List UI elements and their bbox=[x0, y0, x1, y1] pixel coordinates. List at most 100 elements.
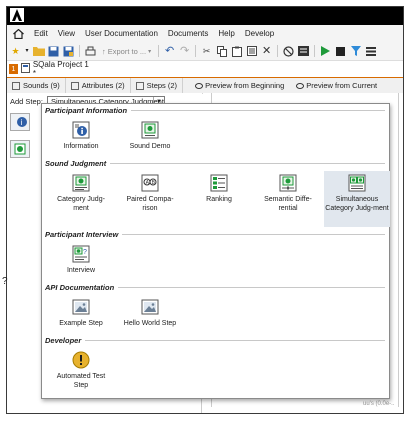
list-icon[interactable] bbox=[297, 45, 310, 58]
delete-icon[interactable]: ✕ bbox=[260, 45, 273, 58]
step-option-label: Paired Compa-rison bbox=[126, 196, 174, 212]
image-icon bbox=[141, 298, 159, 316]
project-file-icon bbox=[20, 63, 30, 75]
group-header-participant-information: Participant Information bbox=[45, 106, 385, 115]
paste-icon[interactable] bbox=[230, 45, 243, 58]
simultaneous-category-judgment-icon bbox=[348, 174, 366, 192]
undo-icon[interactable]: ↶ bbox=[163, 45, 176, 58]
menu-icon[interactable] bbox=[364, 45, 377, 58]
step-option-sound-demo[interactable]: Sound Demo bbox=[119, 118, 181, 152]
group-title: Sound Judgment bbox=[45, 159, 107, 168]
step-option-ranking[interactable]: Ranking bbox=[188, 171, 250, 205]
menu-documents[interactable]: Documents bbox=[163, 25, 213, 42]
step-option-interview[interactable]: ? Interview bbox=[50, 242, 112, 276]
chevron-down-icon[interactable]: ▾ bbox=[24, 45, 30, 58]
step-option-paired-comparison[interactable]: AB Paired Compa-rison bbox=[119, 171, 181, 213]
project-tab-title: SQala Project 1 * bbox=[32, 60, 89, 78]
group-title: Developer bbox=[45, 336, 82, 345]
copy-icon[interactable] bbox=[215, 45, 228, 58]
image-icon bbox=[72, 298, 90, 316]
cursor-glyph: ? bbox=[2, 276, 8, 287]
information-icon bbox=[72, 121, 90, 139]
document-tab-strip: 1 SQala Project 1 * bbox=[7, 60, 403, 79]
tab-sounds-label: Sounds (9) bbox=[23, 81, 60, 90]
home-icon[interactable] bbox=[7, 25, 29, 42]
title-bar bbox=[7, 7, 403, 25]
ranking-icon bbox=[210, 174, 228, 192]
stop-circle-icon[interactable] bbox=[282, 45, 295, 58]
add-step-label: Add Step: bbox=[10, 97, 43, 106]
folder-icon[interactable] bbox=[32, 45, 45, 58]
preview-from-beginning-button[interactable]: Preview from Beginning bbox=[189, 81, 290, 90]
toolbar-separator bbox=[195, 45, 197, 57]
tab-sounds[interactable]: Sounds (9) bbox=[7, 78, 66, 93]
step-option-information[interactable]: Information bbox=[50, 118, 112, 152]
export-to-label: Export to ... bbox=[107, 46, 147, 56]
menu-edit[interactable]: Edit bbox=[29, 25, 53, 42]
star-icon[interactable]: ★ bbox=[9, 45, 22, 58]
step-option-hello-world-step[interactable]: Hello World Step bbox=[119, 295, 181, 329]
filter-icon[interactable] bbox=[349, 45, 362, 58]
step-option-label: Automated Test Step bbox=[56, 373, 106, 389]
tab-pin-number: 1 bbox=[9, 64, 18, 74]
warning-icon bbox=[72, 351, 90, 369]
step-option-label: Information bbox=[63, 143, 99, 150]
step-option-category-judgment[interactable]: Category Judg-ment bbox=[50, 171, 112, 213]
svg-text:i: i bbox=[21, 118, 23, 127]
menu-help[interactable]: Help bbox=[213, 25, 239, 42]
group-title: Participant Information bbox=[45, 106, 128, 115]
menu-user-documentation[interactable]: User Documentation bbox=[80, 25, 163, 42]
attributes-icon bbox=[70, 81, 79, 90]
sounds-icon bbox=[12, 81, 20, 90]
step-option-label: Hello World Step bbox=[123, 320, 177, 327]
sub-tab-bar: Sounds (9) Attributes (2) Steps (2) Prev… bbox=[7, 78, 403, 94]
toolbar-separator bbox=[158, 45, 160, 57]
step-option-label: Category Judg-ment bbox=[57, 196, 105, 212]
category-judgment-icon bbox=[72, 174, 90, 192]
step-option-semantic-differential[interactable]: Semantic Diffe-rential bbox=[257, 171, 319, 213]
tab-attributes[interactable]: Attributes (2) bbox=[66, 78, 131, 93]
chevron-down-icon: ▾ bbox=[148, 48, 152, 55]
eye-icon bbox=[195, 82, 204, 89]
preview-from-current-label: Preview from Current bbox=[306, 81, 378, 90]
step-option-label: Sound Demo bbox=[129, 143, 171, 150]
step-option-automated-test-step[interactable]: Automated Test Step bbox=[50, 348, 112, 390]
play-icon[interactable] bbox=[319, 45, 332, 58]
preview-from-beginning-label: Preview from Beginning bbox=[205, 81, 285, 90]
step-list-item[interactable]: i bbox=[10, 113, 30, 131]
step-option-simultaneous-category-judgment[interactable]: Simultaneous Category Judg-ment bbox=[324, 171, 390, 227]
save-as-icon[interactable] bbox=[62, 45, 75, 58]
menu-view[interactable]: View bbox=[53, 25, 80, 42]
group-header-sound-judgment: Sound Judgment bbox=[45, 159, 385, 168]
print-icon[interactable] bbox=[84, 45, 97, 58]
eye-icon bbox=[296, 82, 305, 89]
menu-bar: Edit View User Documentation Documents H… bbox=[7, 25, 403, 42]
step-option-example-step[interactable]: Example Step bbox=[50, 295, 112, 329]
group-title: Participant Interview bbox=[45, 230, 119, 239]
cut-icon[interactable]: ✂ bbox=[200, 45, 213, 58]
upload-icon: ↑ bbox=[102, 46, 106, 56]
preview-from-current-button[interactable]: Preview from Current bbox=[290, 81, 383, 90]
tab-steps-label: Steps (2) bbox=[146, 81, 178, 90]
step-option-label: Interview bbox=[66, 267, 95, 274]
group-header-api-documentation: API Documentation bbox=[45, 283, 385, 292]
step-option-label: Simultaneous Category Judg-ment bbox=[325, 196, 389, 212]
save-icon[interactable] bbox=[47, 45, 60, 58]
interview-icon: ? bbox=[72, 245, 90, 263]
step-list-item[interactable] bbox=[10, 140, 30, 158]
adobe-logo-icon bbox=[10, 8, 24, 22]
toolbar: ★ ▾ ↑ Export to ... ▾ ↶ ↷ ✂ ✕ bbox=[7, 42, 403, 61]
export-to-button[interactable]: ↑ Export to ... ▾ bbox=[99, 47, 154, 56]
toolbar-separator bbox=[314, 45, 316, 57]
paired-comparison-icon: AB bbox=[141, 174, 159, 192]
list-edit-icon[interactable] bbox=[245, 45, 258, 58]
group-header-developer: Developer bbox=[45, 336, 385, 345]
tab-project[interactable]: 1 SQala Project 1 * bbox=[7, 60, 93, 78]
stop-icon[interactable] bbox=[334, 45, 347, 58]
tab-steps[interactable]: Steps (2) bbox=[131, 78, 184, 93]
toolbar-separator bbox=[277, 45, 279, 57]
sound-demo-icon bbox=[141, 121, 159, 139]
menu-develop[interactable]: Develop bbox=[240, 25, 279, 42]
step-option-label: Example Step bbox=[59, 320, 103, 327]
redo-icon[interactable]: ↷ bbox=[178, 45, 191, 58]
